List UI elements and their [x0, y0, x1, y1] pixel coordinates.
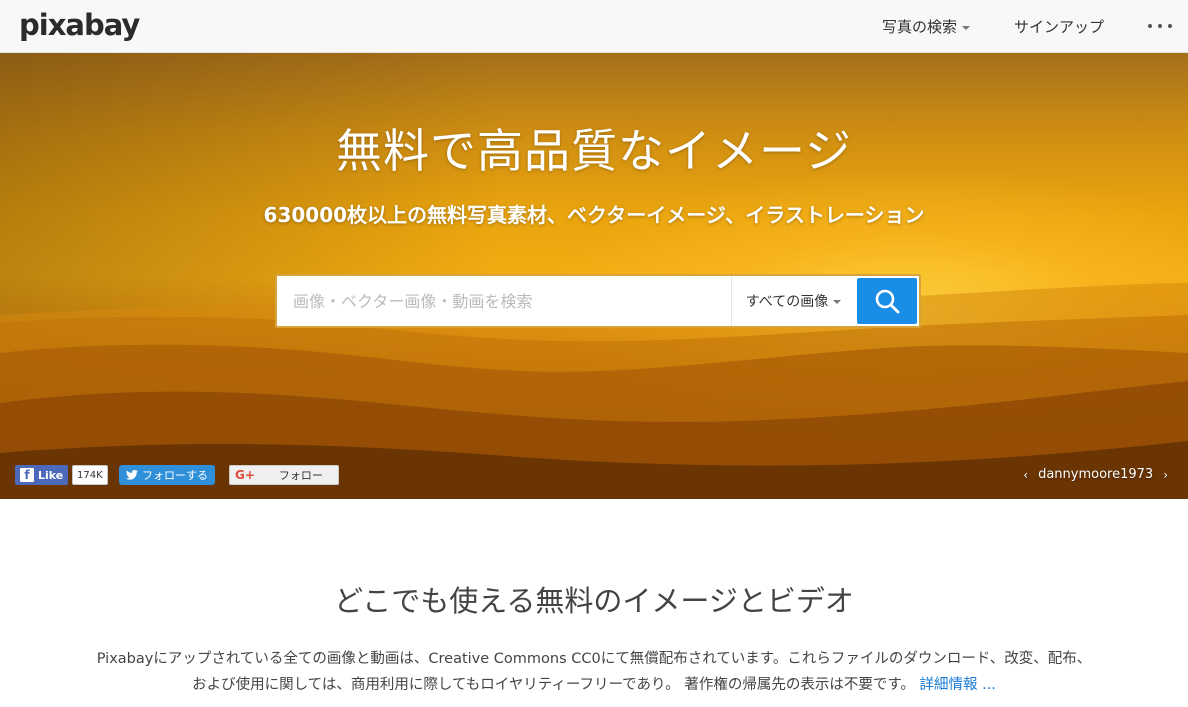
photo-credit-author[interactable]: dannymoore1973 [1038, 467, 1153, 482]
pixabay-logo[interactable]: pixabay [19, 8, 140, 42]
ellipsis-icon[interactable] [1148, 16, 1172, 36]
facebook-like-count: 174K [72, 465, 108, 485]
hero-banner: 無料で高品質なイメージ 630000枚以上の無料写真素材、ベクターイメージ、イラ… [0, 53, 1188, 499]
twitter-bird-icon [126, 470, 138, 480]
facebook-icon: f [20, 468, 34, 482]
section-heading: どこでも使える無料のイメージとビデオ [334, 584, 854, 618]
search-type-dropdown[interactable]: すべての画像 [731, 276, 855, 326]
hero-title: 無料で高品質なイメージ [335, 124, 853, 178]
chevron-down-icon [833, 300, 842, 304]
googleplus-icon: G+ [235, 468, 255, 482]
twitter-follow-button[interactable]: フォローする [119, 465, 215, 485]
twitter-follow-label: フォローする [142, 469, 208, 482]
section-description: Pixabayにアップされている全ての画像と動画は、Creative Commo… [90, 646, 1098, 698]
facebook-like-label: Like [38, 468, 64, 482]
search-icon [875, 289, 900, 314]
search-button[interactable] [857, 278, 917, 324]
nav-signup-label: サインアップ [1014, 18, 1105, 36]
chevron-down-icon [962, 25, 971, 30]
photo-credit: ‹ dannymoore1973 › [1023, 467, 1168, 482]
googleplus-follow-label: フォロー [278, 469, 323, 482]
nav-photo-search-menu[interactable]: 写真の検索 [882, 16, 971, 37]
search-bar: すべての画像 [275, 274, 921, 328]
more-info-link[interactable]: 詳細情報 ... [919, 677, 995, 693]
nav-photo-search-label: 写真の検索 [882, 18, 958, 36]
search-type-label: すべての画像 [745, 294, 829, 310]
googleplus-follow-button[interactable]: G+ フォロー [229, 465, 339, 485]
nav-signup-link[interactable]: サインアップ [1014, 16, 1104, 37]
chevron-right-icon[interactable]: › [1163, 468, 1168, 482]
facebook-like-button[interactable]: f Like [15, 465, 69, 485]
top-nav-bar: pixabay 写真の検索 サインアップ [0, 0, 1188, 53]
hero-subtitle: 630000枚以上の無料写真素材、ベクターイメージ、イラストレーション [263, 203, 925, 227]
chevron-left-icon[interactable]: ‹ [1023, 468, 1028, 482]
search-input[interactable] [277, 276, 731, 326]
